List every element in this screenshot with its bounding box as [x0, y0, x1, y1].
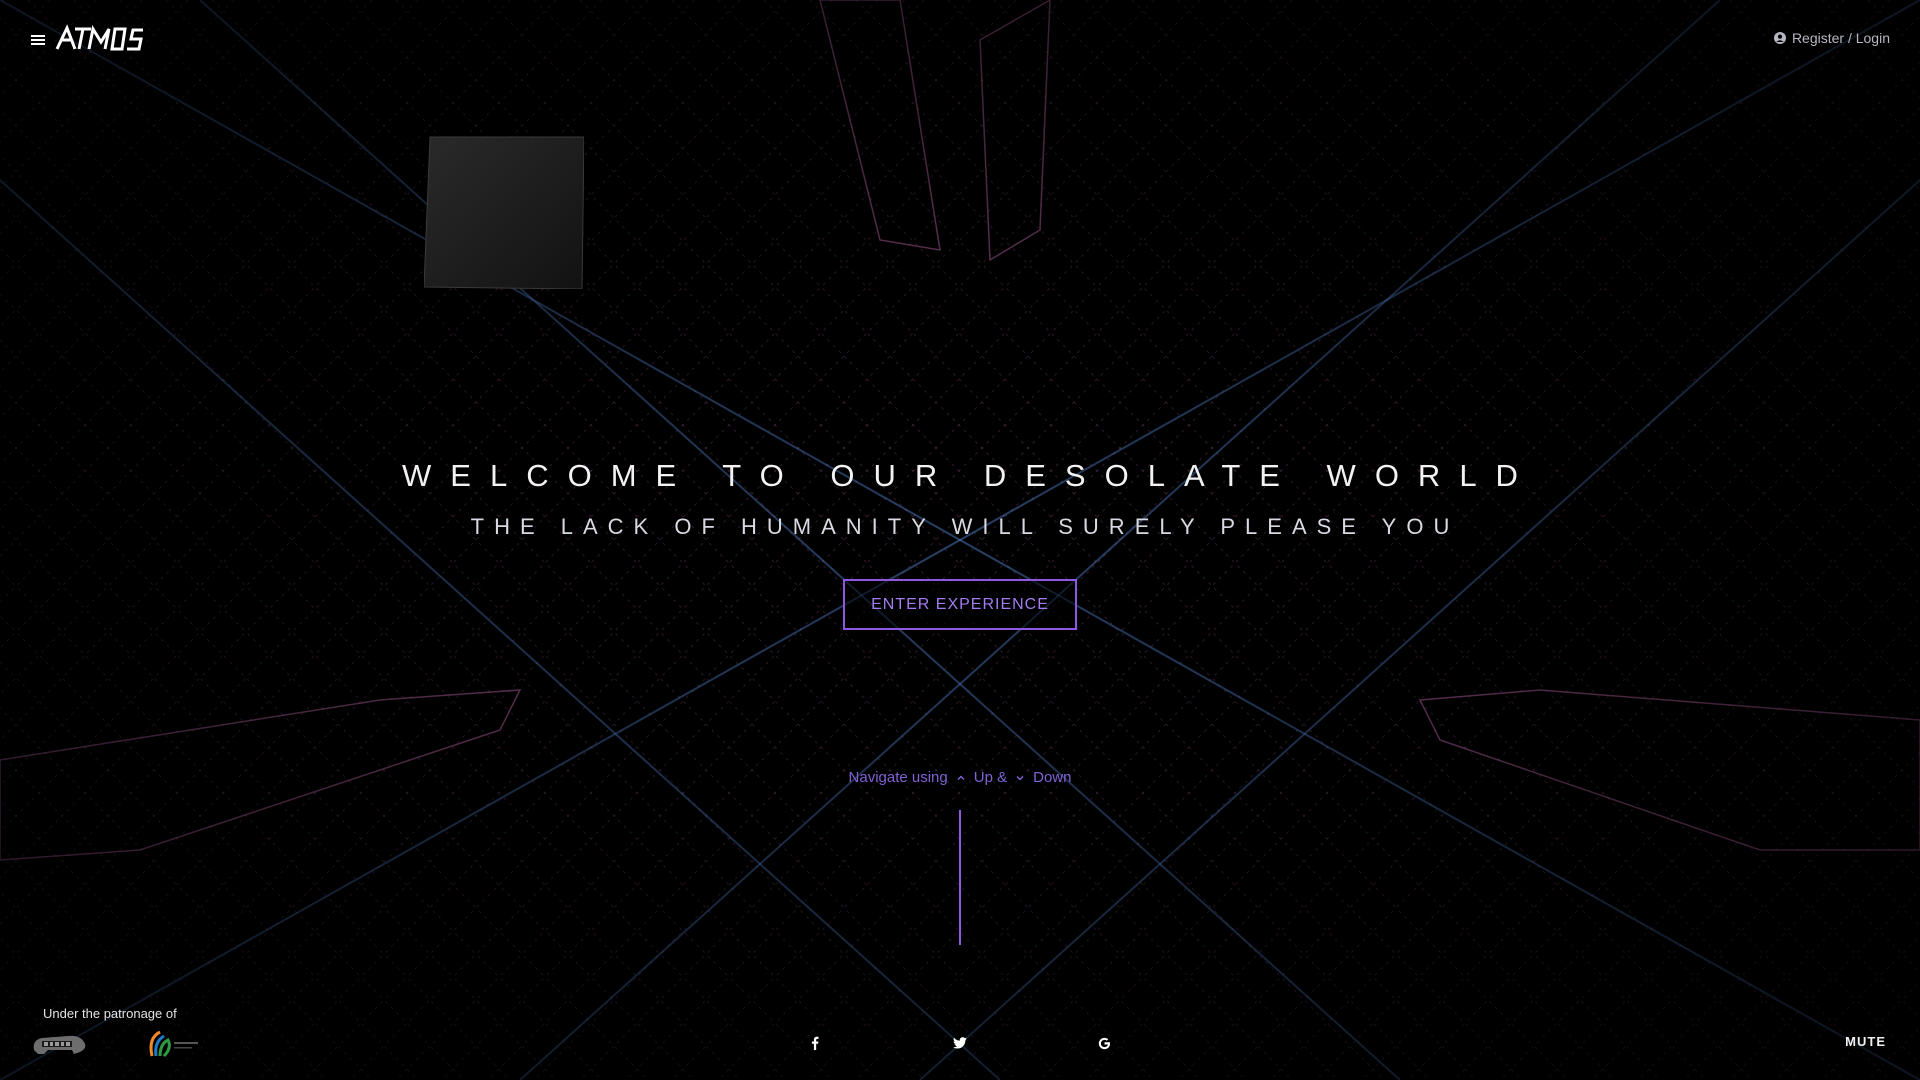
chevron-up-icon — [957, 774, 965, 780]
user-circle-icon — [1773, 32, 1786, 44]
make-in-india-logo — [33, 1035, 86, 1054]
navigation-hint-prefix: Navigate using — [848, 769, 948, 786]
twitter-icon[interactable] — [951, 1033, 969, 1053]
hamburger-menu-icon[interactable] — [31, 34, 45, 46]
chevron-down-icon — [1016, 775, 1024, 781]
top-bar: Register / Login — [0, 0, 1920, 80]
navigation-hint-up: Up & — [973, 769, 1008, 786]
atmos-logo[interactable] — [55, 24, 155, 52]
enter-experience-button[interactable]: ENTER EXPERIENCE — [843, 579, 1077, 630]
navigation-hint-down: Down — [1033, 769, 1072, 786]
mute-button[interactable]: MUTE — [1845, 1034, 1886, 1049]
google-icon[interactable] — [1095, 1033, 1113, 1053]
register-login-link[interactable]: Register / Login — [1773, 30, 1890, 46]
scroll-indicator-line — [959, 810, 961, 945]
facebook-icon[interactable] — [806, 1033, 824, 1053]
patronage-label: Under the patronage of — [43, 1006, 177, 1021]
navigation-hint: Navigate using Up & Down — [0, 769, 1920, 786]
register-login-label: Register / Login — [1791, 30, 1890, 46]
digital-india-logo — [149, 1030, 198, 1058]
floating-cube — [424, 136, 584, 289]
